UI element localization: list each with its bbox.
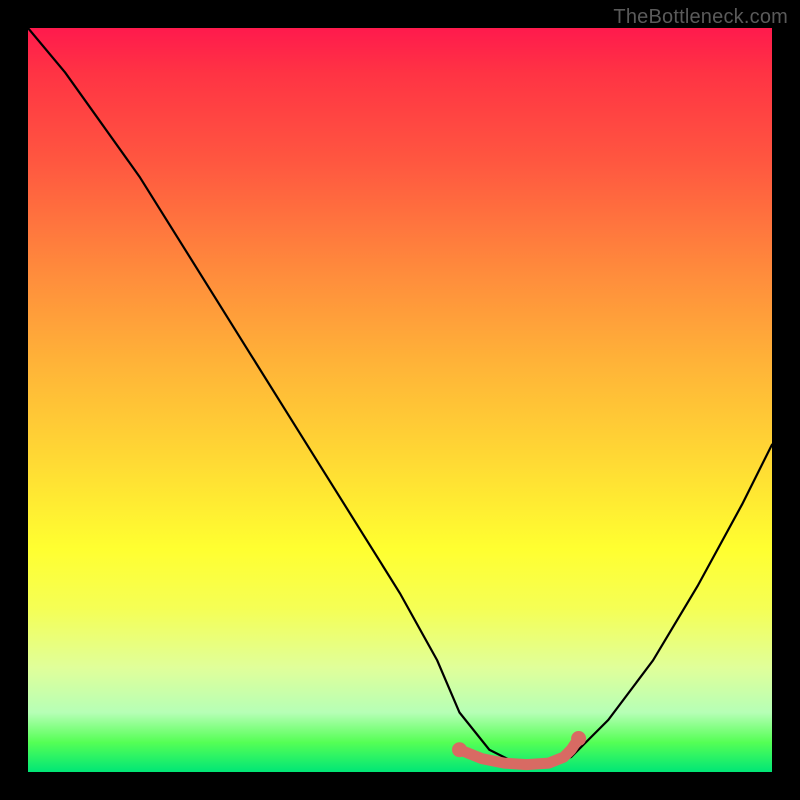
chart-frame: TheBottleneck.com: [0, 0, 800, 800]
optimal-range-endpoint: [452, 742, 467, 757]
plot-area: [28, 28, 772, 772]
bottleneck-curve: [28, 28, 772, 765]
optimal-range-line: [460, 739, 579, 765]
optimal-range-endpoint: [571, 731, 586, 746]
optimal-range-markers: [452, 731, 586, 765]
chart-svg: [28, 28, 772, 772]
watermark-text: TheBottleneck.com: [613, 6, 788, 29]
